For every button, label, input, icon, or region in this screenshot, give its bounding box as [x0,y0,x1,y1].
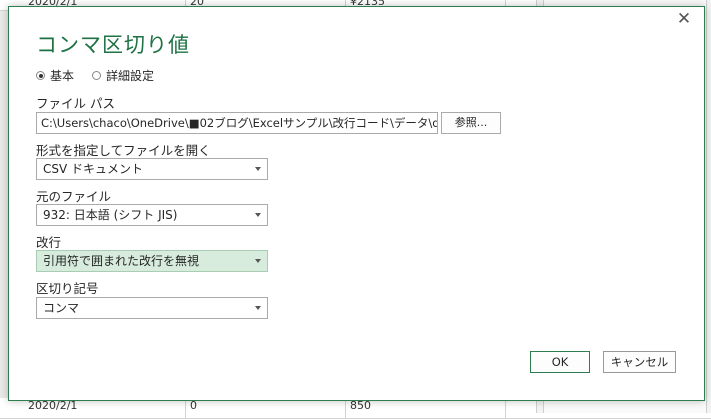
sheet-cell: 850 [346,398,506,418]
radio-advanced-label: 詳細設定 [106,69,155,83]
close-icon[interactable]: ✕ [674,9,694,29]
open-as-select[interactable]: CSV ドキュメント [36,158,268,180]
delimiter-label: 区切り記号 [36,281,99,296]
origin-value: 932: 日本語 (シフト JIS) [43,208,178,222]
line-break-value: 引用符で囲まれた改行を無視 [43,254,200,268]
radio-advanced[interactable]: 詳細設定 [92,67,154,84]
chevron-down-icon [255,259,261,263]
radio-basic-label: 基本 [50,69,75,83]
sheet-cell: 0 [186,398,346,418]
delimiter-select[interactable]: コンマ [36,297,268,319]
origin-select[interactable]: 932: 日本語 (シフト JIS) [36,204,268,226]
open-as-value: CSV ドキュメント [43,162,144,176]
sheet-cell: 2020/2/1 [0,398,186,418]
chevron-down-icon [255,306,261,310]
delimiter-value: コンマ [43,301,80,315]
chevron-down-icon [255,213,261,217]
origin-label: 元のファイル [36,189,112,204]
file-path-label: ファイル パス [36,96,115,111]
browse-button[interactable]: 参照... [441,112,501,134]
line-break-select[interactable]: 引用符で囲まれた改行を無視 [36,250,268,272]
radio-unchecked-icon [92,71,102,80]
csv-import-dialog: ✕ コンマ区切り値 基本 詳細設定 ファイル パス C:\Users\chaco… [8,6,705,401]
cancel-button[interactable]: キャンセル [603,351,676,373]
radio-basic[interactable]: 基本 [36,67,74,84]
dialog-title: コンマ区切り値 [36,33,190,57]
chevron-down-icon [255,167,261,171]
line-break-label: 改行 [36,235,62,250]
radio-checked-icon [36,71,45,80]
file-path-input[interactable]: C:\Users\chaco\OneDrive\■02ブログ\Excelサンプル… [36,112,438,134]
open-as-label: 形式を指定してファイルを開く [36,143,211,158]
ok-button[interactable]: OK [530,351,590,373]
mode-radio-group: 基本 詳細設定 [36,67,172,84]
